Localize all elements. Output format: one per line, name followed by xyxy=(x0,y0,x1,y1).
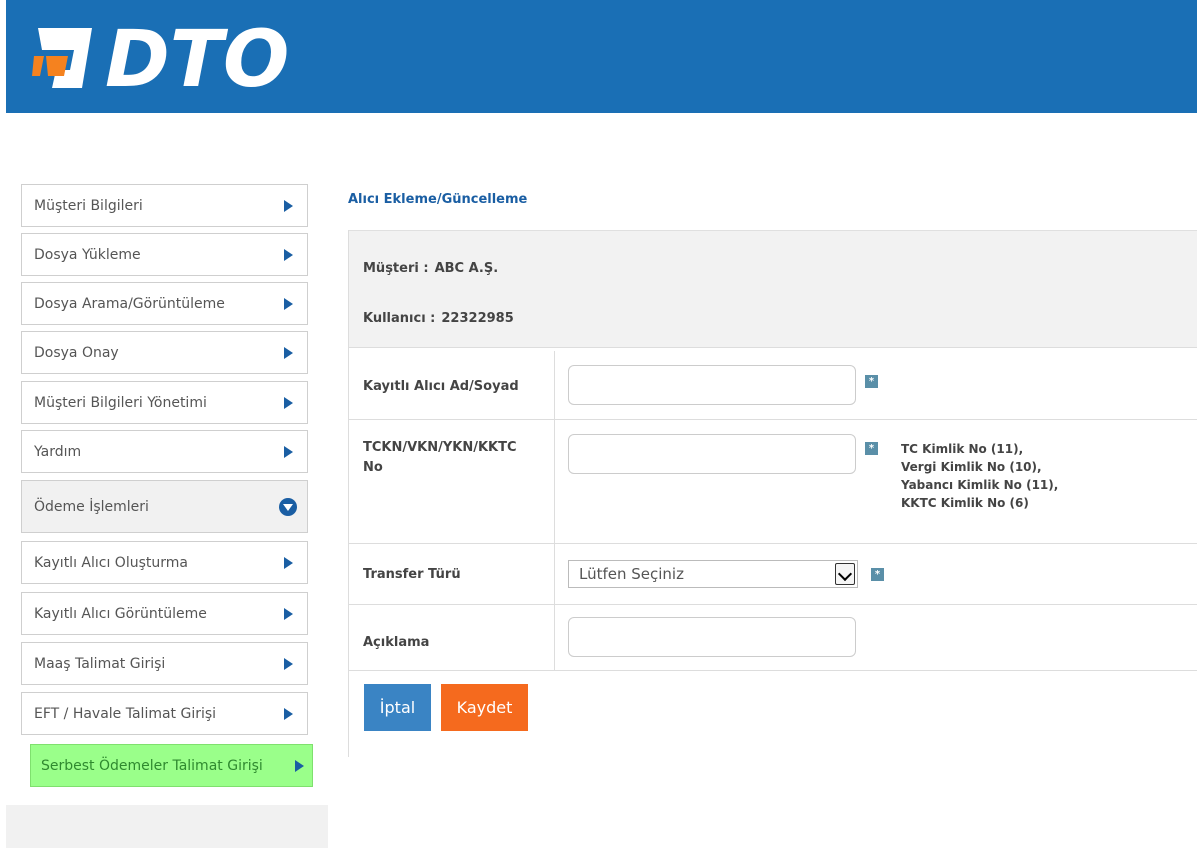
name-label: Kayıtlı Alıcı Ad/Soyad xyxy=(363,379,519,394)
triangle-right-icon xyxy=(284,445,293,458)
sidebar-item-maas-talimat-girisi[interactable]: Maaş Talimat Girişi xyxy=(21,642,308,685)
triangle-right-icon xyxy=(284,248,293,261)
customer-info: Müşteri : ABC A.Ş. xyxy=(363,261,498,276)
required-icon: * xyxy=(865,442,878,455)
triangle-right-icon xyxy=(284,199,293,212)
triangle-right-icon xyxy=(284,297,293,310)
sidebar-item-dosya-arama[interactable]: Dosya Arama/Görüntüleme xyxy=(21,282,308,325)
id-format-hints: TC Kimlik No (11), Vergi Kimlik No (10),… xyxy=(901,440,1058,512)
user-info: Kullanıcı : 22322985 xyxy=(363,311,514,326)
sidebar-section-odeme-islemleri[interactable]: Ödeme İşlemleri xyxy=(21,480,308,533)
form-row-name: Kayıtlı Alıcı Ad/Soyad * xyxy=(349,351,1197,420)
hint-line: Yabancı Kimlik No (11), xyxy=(901,478,1059,492)
form-row-transfer-type: Transfer Türü Lütfen Seçiniz * xyxy=(349,544,1197,605)
recipient-name-input[interactable] xyxy=(568,365,856,405)
customer-info-box: Müşteri : ABC A.Ş. Kullanıcı : 22322985 xyxy=(349,230,1197,348)
sidebar-footer xyxy=(6,805,328,848)
customer-label: Müşteri : xyxy=(363,261,429,276)
id-label-line2: No xyxy=(363,460,383,475)
sidebar-item-label: Dosya Yükleme xyxy=(34,246,141,263)
hint-line: TC Kimlik No (11), xyxy=(901,442,1024,456)
sidebar-item-label: Kayıtlı Alıcı Görüntüleme xyxy=(34,605,207,622)
transfer-type-label: Transfer Türü xyxy=(363,567,461,582)
svg-text:DTO: DTO xyxy=(105,15,289,100)
chevron-down-icon[interactable] xyxy=(835,563,855,585)
sidebar-item-label: Müşteri Bilgileri xyxy=(34,197,143,214)
form-panel: Müşteri : ABC A.Ş. Kullanıcı : 22322985 Ka… xyxy=(348,230,1197,757)
sidebar-item-dosya-onay[interactable]: Dosya Onay xyxy=(21,331,308,374)
customer-value: ABC A.Ş. xyxy=(434,261,499,276)
circle-chevron-down-icon xyxy=(279,497,297,516)
transfer-type-selected: Lütfen Seçiniz xyxy=(579,565,684,583)
cancel-button[interactable]: İptal xyxy=(364,684,431,731)
id-label-line1: TCKN/VKN/YKN/KKTC xyxy=(363,440,517,455)
user-label: Kullanıcı : xyxy=(363,311,436,326)
required-icon: * xyxy=(871,568,884,581)
sidebar-item-label: Dosya Arama/Görüntüleme xyxy=(34,295,225,312)
hint-line: KKTC Kimlik No (6) xyxy=(901,496,1029,510)
sidebar-item-musteri-bilgileri[interactable]: Müşteri Bilgileri xyxy=(21,184,308,227)
triangle-right-icon xyxy=(295,759,304,772)
dto-logo[interactable]: DTO xyxy=(30,10,330,100)
column-divider xyxy=(554,544,555,604)
save-button[interactable]: Kaydet xyxy=(441,684,528,731)
identity-number-input[interactable] xyxy=(568,434,856,474)
id-label: TCKN/VKN/YKN/KKTC No xyxy=(363,438,517,478)
form-row-description: Açıklama xyxy=(349,605,1197,671)
column-divider xyxy=(554,420,555,543)
transfer-type-select[interactable]: Lütfen Seçiniz xyxy=(568,560,858,588)
column-divider xyxy=(554,605,555,670)
sidebar-item-label: Kayıtlı Alıcı Oluşturma xyxy=(34,554,188,571)
triangle-right-icon xyxy=(284,707,293,720)
triangle-right-icon xyxy=(284,556,293,569)
triangle-right-icon xyxy=(284,607,293,620)
sidebar-item-dosya-yukleme[interactable]: Dosya Yükleme xyxy=(21,233,308,276)
required-icon: * xyxy=(865,375,878,388)
sidebar-item-yardim[interactable]: Yardım xyxy=(21,430,308,473)
header-bar: DTO xyxy=(6,0,1197,113)
page-title: Alıcı Ekleme/Güncelleme xyxy=(348,192,528,207)
triangle-right-icon xyxy=(284,346,293,359)
sidebar-item-kayitli-alici-olusturma[interactable]: Kayıtlı Alıcı Oluşturma xyxy=(21,541,308,584)
sidebar-item-label: Yardım xyxy=(34,443,82,460)
sidebar-item-musteri-bilgileri-yonetimi[interactable]: Müşteri Bilgileri Yönetimi xyxy=(21,381,308,424)
form-row-id: TCKN/VKN/YKN/KKTC No * TC Kimlik No (11)… xyxy=(349,420,1197,544)
user-value: 22322985 xyxy=(441,311,514,326)
description-label: Açıklama xyxy=(363,635,430,650)
column-divider xyxy=(554,351,555,419)
sidebar-item-serbest-odemeler-talimat-girisi[interactable]: Serbest Ödemeler Talimat Girişi xyxy=(30,744,313,787)
sidebar-item-kayitli-alici-goruntuleme[interactable]: Kayıtlı Alıcı Görüntüleme xyxy=(21,592,308,635)
sidebar-item-label: Dosya Onay xyxy=(34,344,119,361)
sidebar-item-label: EFT / Havale Talimat Girişi xyxy=(34,705,217,722)
description-input[interactable] xyxy=(568,617,856,657)
triangle-right-icon xyxy=(284,657,293,670)
sidebar-item-label: Ödeme İşlemleri xyxy=(34,498,149,515)
sidebar-item-eft-havale-talimat-girisi[interactable]: EFT / Havale Talimat Girişi xyxy=(21,692,308,735)
triangle-right-icon xyxy=(284,396,293,409)
sidebar-item-label: Maaş Talimat Girişi xyxy=(34,655,166,672)
hint-line: Vergi Kimlik No (10), xyxy=(901,460,1042,474)
sidebar-item-label: Müşteri Bilgileri Yönetimi xyxy=(34,394,207,411)
sidebar-item-label: Serbest Ödemeler Talimat Girişi xyxy=(41,757,263,774)
